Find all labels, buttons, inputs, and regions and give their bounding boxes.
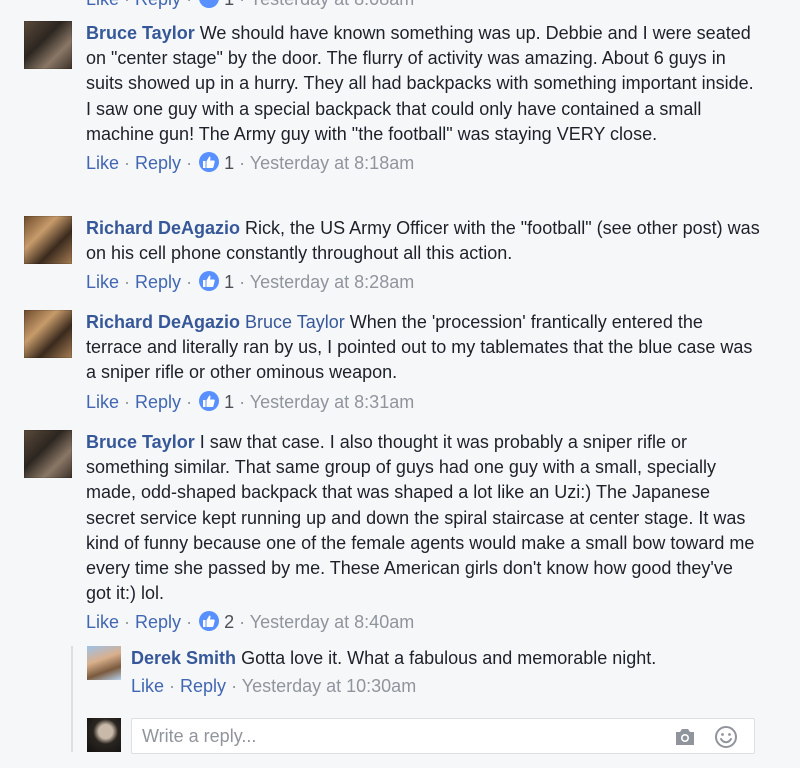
reaction-count: 1 [224,391,235,412]
comment-text: Bruce Taylor I saw that case. I also tho… [86,430,762,606]
camera-icon[interactable] [674,728,696,751]
avatar[interactable] [87,646,121,680]
comment-actions: Like · Reply · Yesterday at 10:30am [131,676,417,697]
comment-actions: Like · Reply · 2 · Yesterday at 8:40am [86,611,415,633]
timestamp[interactable]: Yesterday at 10:30am [242,676,416,696]
reply-composer: Write a reply... [87,718,757,754]
comment-actions: Like · Reply · 1 · Yesterday at 8:31am [86,390,415,412]
reaction-count: 1 [224,0,234,9]
timestamp[interactable]: Yesterday at 8:28am [250,272,414,292]
previous-comment-actions: Like · Reply · 1 · Yesterday at 8:08am [86,0,414,9]
comment-author[interactable]: Richard DeAgazio [86,218,240,238]
reaction-count: 2 [224,612,235,633]
comment-body: Gotta love it. What a fabulous and memor… [241,648,657,668]
comment-author[interactable]: Bruce Taylor [86,23,195,43]
comment-actions: Like · Reply · 1 · Yesterday at 8:18am [86,152,415,174]
reply-link[interactable]: Reply [135,392,181,412]
reply-thread: Derek Smith Gotta love it. What a fabulo… [71,646,773,754]
timestamp[interactable]: Yesterday at 8:40am [250,612,414,632]
reply-link[interactable]: Reply [135,272,181,292]
timestamp[interactable]: Yesterday at 8:31am [250,392,414,412]
like-thumb-icon[interactable] [199,271,220,292]
like-thumb-icon[interactable] [199,152,220,173]
reply-link[interactable]: Reply [135,612,181,632]
avatar[interactable] [24,216,72,264]
comment-text: Richard DeAgazio Rick, the US Army Offic… [86,216,762,266]
timestamp[interactable]: Yesterday at 8:08am [250,0,414,9]
reaction-count: 1 [224,153,235,174]
like-link[interactable]: Like [86,0,119,9]
comment-text: Bruce Taylor We should have known someth… [86,21,762,147]
comment-text: Richard DeAgazio Bruce Taylor When the '… [86,310,762,386]
reply-link[interactable]: Reply [135,0,181,9]
like-thumb-icon[interactable] [199,611,220,632]
avatar[interactable] [24,430,72,478]
like-link[interactable]: Like [86,612,119,632]
reply-link[interactable]: Reply [135,153,181,173]
comment-author[interactable]: Richard DeAgazio [86,312,240,332]
comment-author[interactable]: Derek Smith [131,648,236,668]
reply-link[interactable]: Reply [180,676,226,696]
like-link[interactable]: Like [86,153,119,173]
comment-author[interactable]: Bruce Taylor [86,432,195,452]
comment-body: I saw that case. I also thought it was p… [86,432,755,604]
avatar[interactable] [24,310,72,358]
like-thumb-icon[interactable] [199,390,220,411]
avatar[interactable] [24,21,72,69]
smiley-icon[interactable] [714,725,738,754]
like-thumb-icon[interactable] [199,0,220,8]
comment-text: Derek Smith Gotta love it. What a fabulo… [131,646,751,671]
comment-actions: Like · Reply · 1 · Yesterday at 8:28am [86,271,415,293]
like-link[interactable]: Like [86,392,119,412]
avatar [87,718,121,752]
like-link[interactable]: Like [131,676,164,696]
timestamp[interactable]: Yesterday at 8:18am [250,153,414,173]
reaction-count: 1 [224,272,235,293]
reply-placeholder: Write a reply... [142,726,257,746]
like-link[interactable]: Like [86,272,119,292]
mentioned-user[interactable]: Bruce Taylor [245,312,345,332]
reply-input[interactable]: Write a reply... [131,718,755,754]
